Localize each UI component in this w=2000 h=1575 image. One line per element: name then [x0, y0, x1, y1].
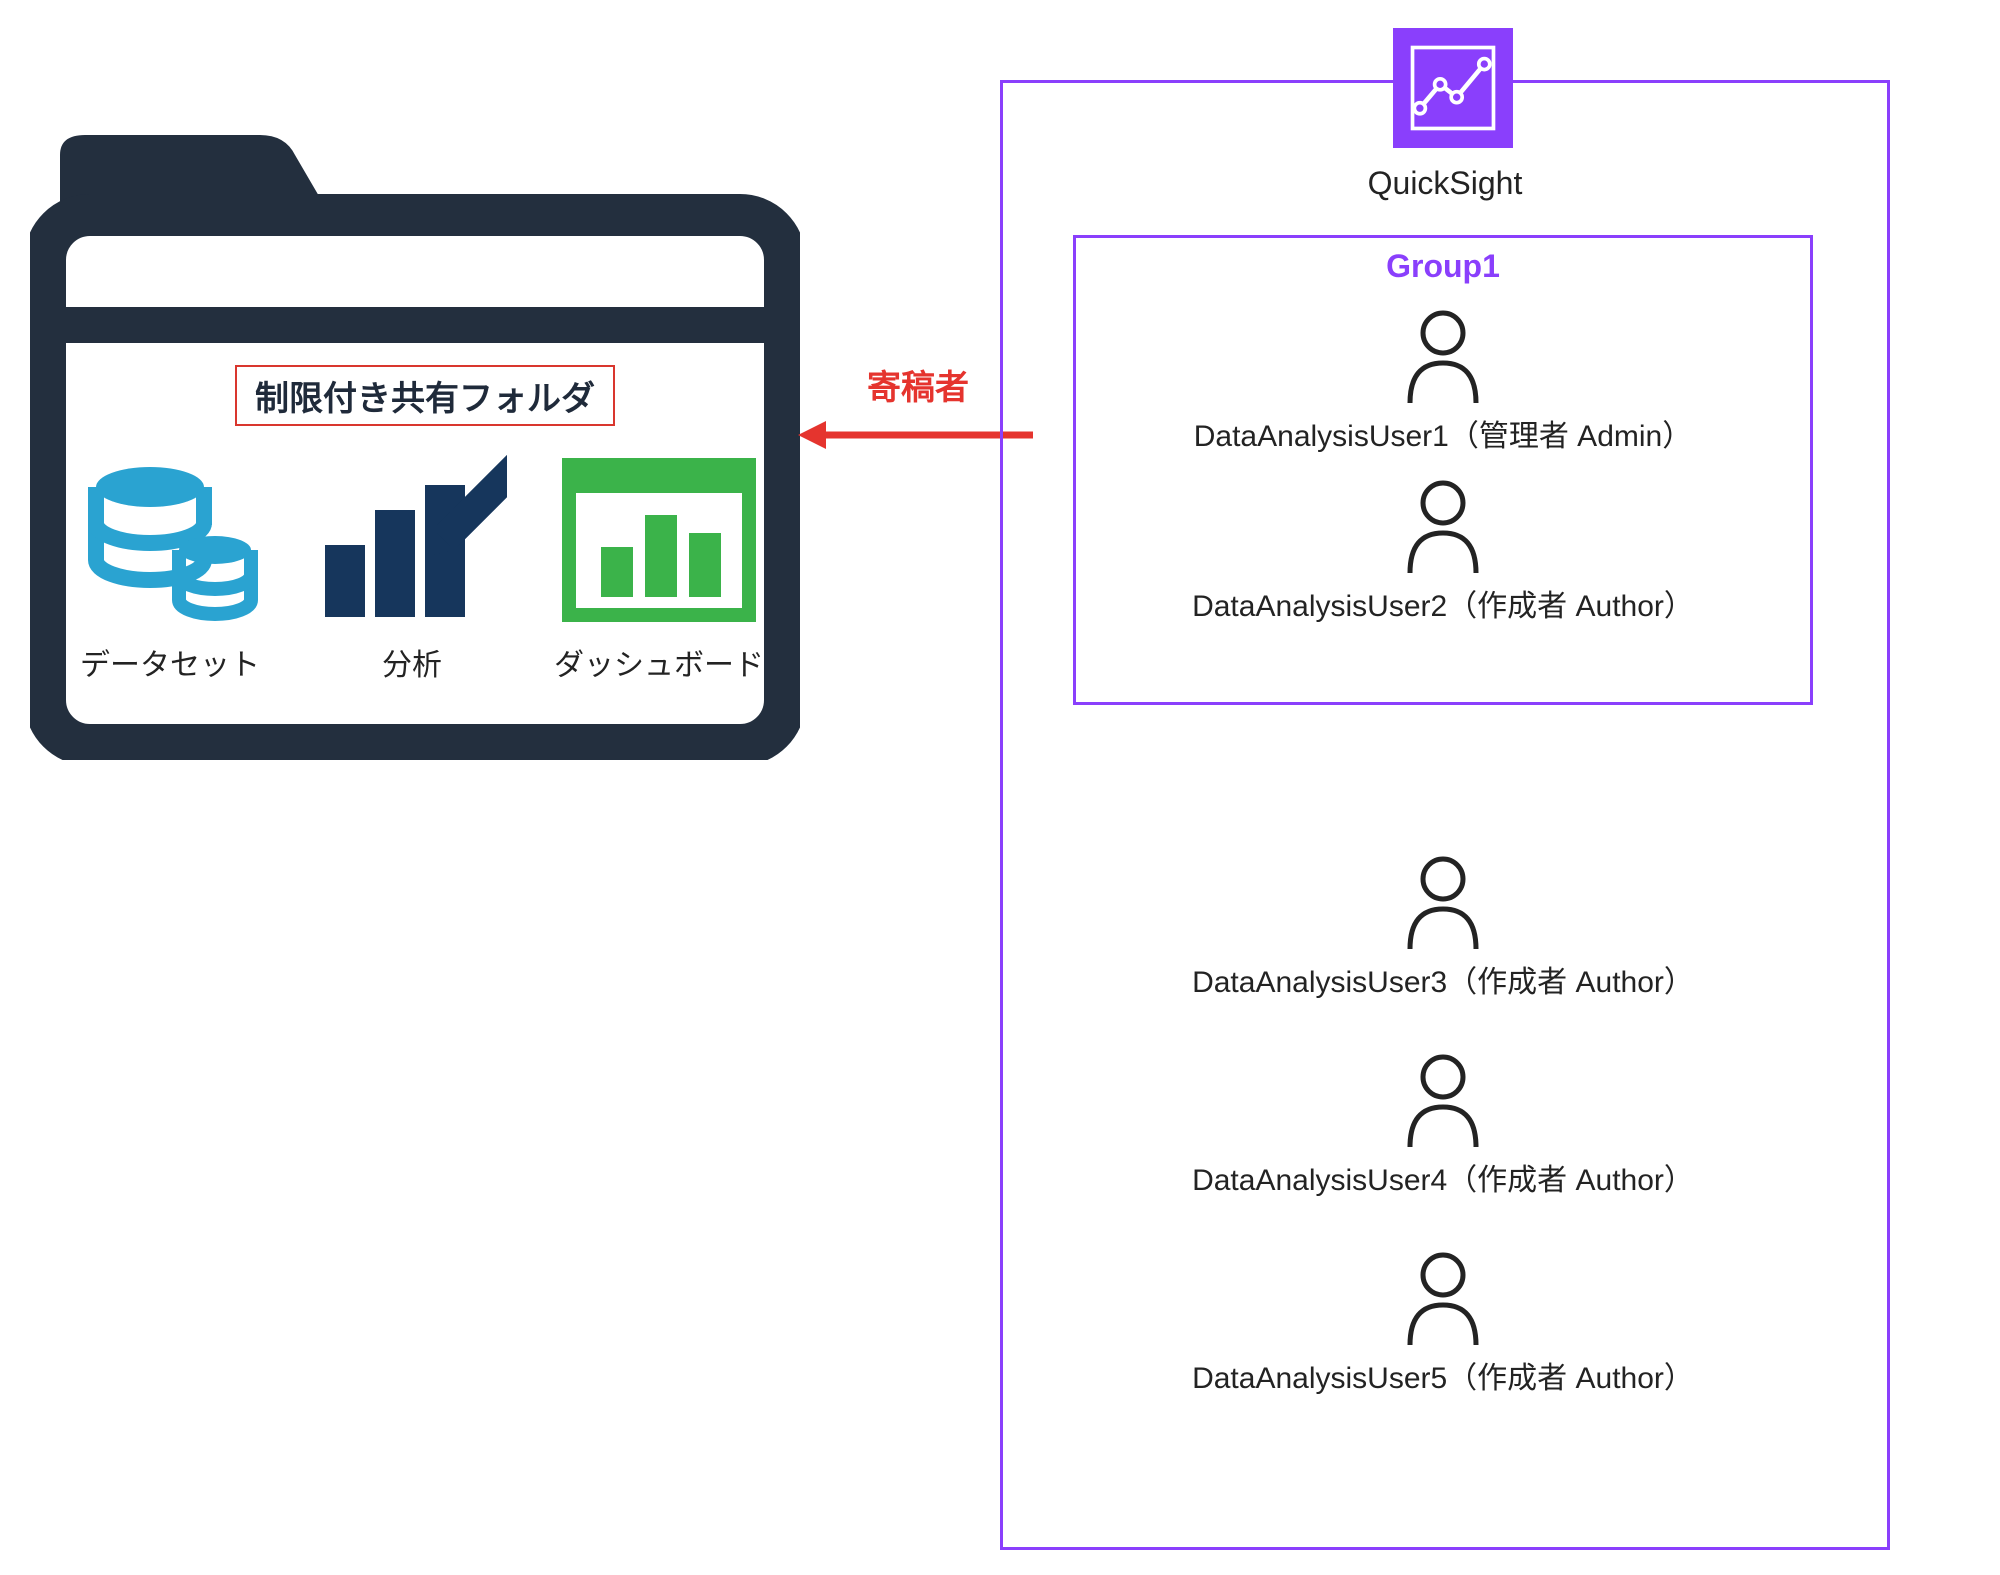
folder-items: データセット	[70, 450, 764, 684]
outer-user-4: DataAnalysisUser4（作成者 Author）	[1073, 1051, 1813, 1199]
dashboard-icon	[559, 455, 759, 625]
dataset-icon	[80, 455, 260, 625]
quicksight-icon	[1393, 28, 1513, 148]
user-icon	[1398, 1249, 1488, 1349]
user-icon	[1398, 1051, 1488, 1151]
outer-users: DataAnalysisUser3（作成者 Author） DataAnalys…	[1073, 803, 1813, 1397]
outer-user-3: DataAnalysisUser3（作成者 Author）	[1073, 853, 1813, 1001]
shared-folder: 制限付き共有フォルダ	[30, 120, 800, 760]
quicksight-panel: QuickSight Group1 DataAnalysisUser1（管理者 …	[1000, 80, 1890, 1550]
analysis-label: 分析	[382, 640, 442, 684]
user-label: DataAnalysisUser2（作成者 Author）	[1192, 581, 1694, 625]
user-label: DataAnalysisUser4（作成者 Author）	[1192, 1155, 1694, 1199]
diagram-canvas: 制限付き共有フォルダ	[0, 0, 2000, 1575]
user-label: DataAnalysisUser1（管理者 Admin）	[1194, 411, 1692, 455]
user-icon	[1398, 853, 1488, 953]
user-icon	[1398, 477, 1488, 577]
folder-title: 制限付き共有フォルダ	[235, 365, 615, 426]
dashboard-label: ダッシュボード	[554, 640, 764, 684]
group-user-1: DataAnalysisUser1（管理者 Admin）	[1076, 307, 1810, 455]
user-icon	[1398, 307, 1488, 407]
user-label: DataAnalysisUser5（作成者 Author）	[1192, 1353, 1694, 1397]
group-title: Group1	[1076, 248, 1810, 285]
folder-item-dataset: データセット	[70, 450, 270, 684]
user-label: DataAnalysisUser3（作成者 Author）	[1192, 957, 1694, 1001]
group-panel: Group1 DataAnalysisUser1（管理者 Admin） Data…	[1073, 235, 1813, 705]
folder-item-analysis: 分析	[312, 450, 512, 684]
folder-item-dashboard: ダッシュボード	[554, 450, 764, 684]
dataset-label: データセット	[80, 640, 260, 684]
analysis-icon	[317, 455, 507, 625]
quicksight-title: QuickSight	[1003, 165, 1887, 202]
group-user-2: DataAnalysisUser2（作成者 Author）	[1076, 477, 1810, 625]
outer-user-5: DataAnalysisUser5（作成者 Author）	[1073, 1249, 1813, 1397]
